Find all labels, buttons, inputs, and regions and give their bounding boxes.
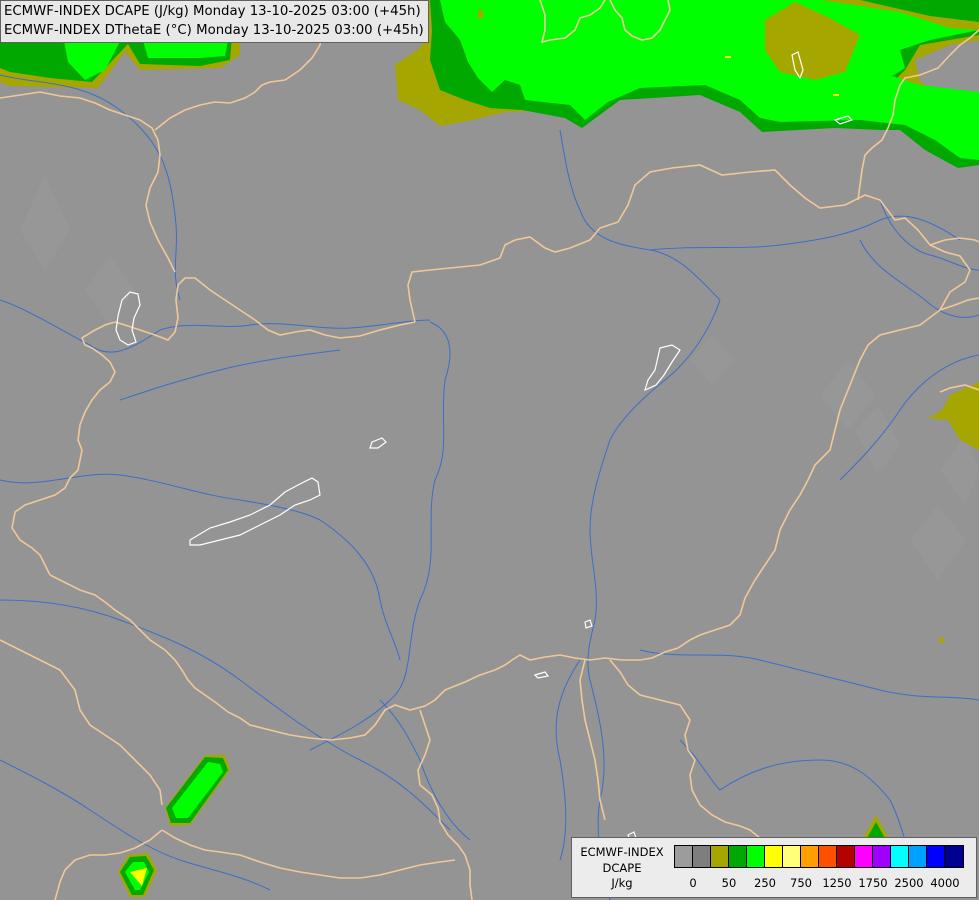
border-central-country [49,164,971,741]
border-south-mid [609,659,761,839]
legend-swatch [837,846,855,867]
legend-swatch [855,846,873,867]
legend-swatch [747,846,765,867]
lake-balaton [189,477,321,546]
legend-swatch [891,846,909,867]
weather-map: ECMWF-INDEX DCAPE (J/kg) Monday 13-10-20… [0,0,979,900]
dcape-olive-right [928,382,979,450]
legend-tick-label: 1750 [858,876,888,890]
legend-tick-label: 250 [754,876,776,890]
lake-small-1 [369,437,387,449]
border-north-west [114,277,416,341]
dcape-olive-dot [938,637,944,643]
legend-swatch [765,846,783,867]
dcape-field [0,0,979,897]
lake-small-3 [533,671,550,679]
border-south-west [417,709,473,900]
legend-swatch [729,846,747,867]
legend-title-line2: DCAPE [602,860,642,875]
title-line-dcape: ECMWF-INDEX DCAPE (J/kg) Monday 13-10-20… [4,4,421,19]
map-canvas [0,0,979,900]
legend-tick-label: 50 [721,876,737,890]
legend-swatch [945,846,963,867]
lakes [115,51,854,841]
legend-ticks: 0 50 250 750 1250 1750 2500 4000 [572,876,976,890]
dcape-green-topright [440,0,979,160]
legend-swatch [801,846,819,867]
legend-tick-label: 1250 [822,876,852,890]
title-line-dthetae: ECMWF-INDEX DThetaE (°C) Monday 13-10-20… [4,23,424,38]
legend-tick-label: 2500 [894,876,924,890]
legend-swatch [711,846,729,867]
legend-swatch [693,846,711,867]
legend-tick-label: 0 [689,876,697,890]
border-south-west-2 [0,639,163,806]
legend-swatch [783,846,801,867]
border-north-central [0,91,176,273]
border-west-upper [11,321,116,576]
lake-small-2 [584,619,593,629]
legend-title-line1: ECMWF-INDEX [580,845,664,859]
legend-tick-label: 4000 [930,876,960,890]
color-legend: ECMWF-INDEX DCAPE J/kg 0 50 250 750 1250 1750… [571,837,977,898]
legend-swatch [819,846,837,867]
legend-swatch [873,846,891,867]
legend-swatch [675,846,693,867]
lake-tisza [644,344,681,392]
legend-swatch [927,846,945,867]
legend-swatches [674,845,964,868]
legend-swatch [909,846,927,867]
border-south-west-4 [161,829,456,879]
map-title-box: ECMWF-INDEX DCAPE (J/kg) Monday 13-10-20… [0,0,429,43]
border-east-edge [929,237,979,246]
legend-tick-label: 750 [790,876,812,890]
